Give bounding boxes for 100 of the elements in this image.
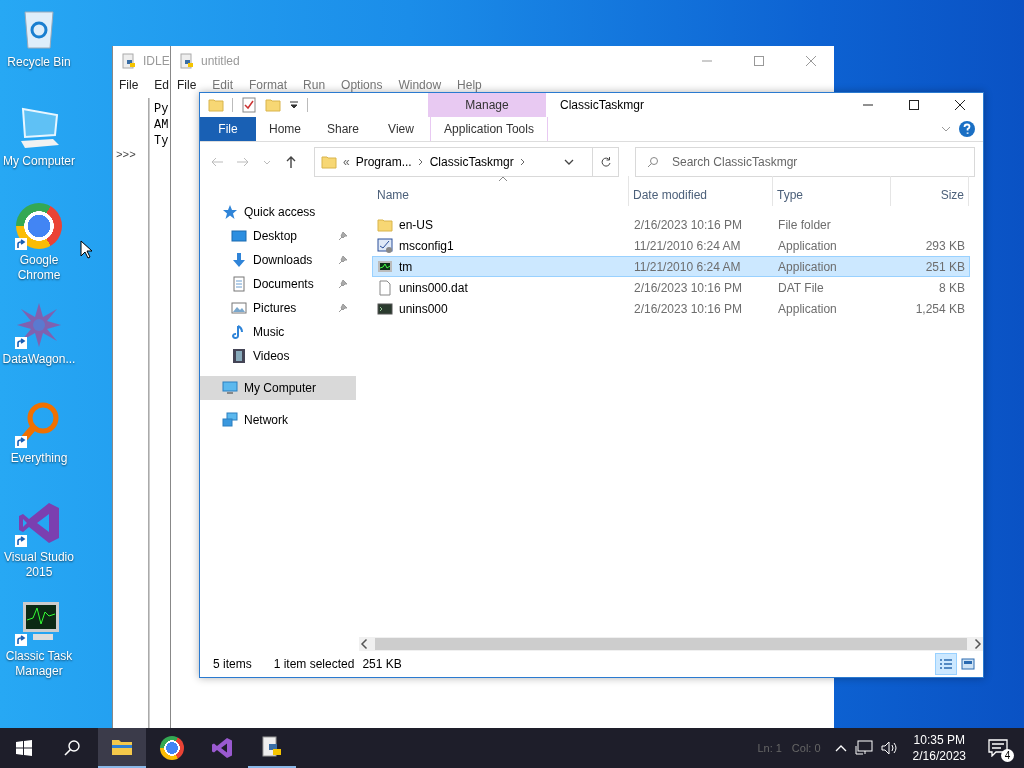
nav-item[interactable]: Pictures [200,296,356,320]
menu-item[interactable]: Window [398,78,442,92]
document-icon [231,276,247,292]
breadcrumb-segment[interactable]: ClassicTaskmgr [429,155,514,169]
horizontal-scrollbar[interactable] [359,637,983,651]
address-bar[interactable]: « Program... ClassicTaskmgr [314,147,593,177]
date-cell-text: 11/21/2010 6:24 AM [632,259,742,274]
network-icon [222,412,238,428]
search-field[interactable]: Search ClassicTaskmgr [635,147,975,177]
column-header[interactable]: Size [891,176,969,206]
chevron-up-icon[interactable] [834,744,847,752]
notification-count: 4 [1001,749,1014,762]
file-name: tm [399,259,413,274]
refresh-icon [599,156,612,168]
clock-time[interactable]: 10:35 PM [913,732,965,748]
python-file-icon [179,53,195,69]
editor-status-text: Ln: 1 [757,742,782,754]
menu-item[interactable]: Format [249,78,288,92]
refresh-button[interactable] [593,147,619,177]
file-row[interactable]: unins000 2/16/2023 10:16 PM Application 1,254 KB [372,298,970,319]
film-icon [231,348,247,364]
view-toggle-button[interactable] [935,653,957,675]
menu-item[interactable]: Ed [154,78,170,92]
file-name: en-US [399,217,433,232]
column-header[interactable]: Date modified [629,176,773,206]
type-cell-text: Application [777,301,838,316]
console-icon [377,300,393,317]
date-cell-text: 2/16/2023 10:16 PM [632,280,744,295]
menu-item[interactable]: Run [303,78,326,92]
chevron-right-icon[interactable] [519,157,526,167]
window-title: ClassicTaskmgr [560,98,644,112]
shell-output-line: Py [154,101,169,117]
expand-ribbon-icon[interactable] [941,124,951,134]
search-icon [64,740,80,756]
overflow-chevron[interactable]: « [343,155,350,169]
pin-icon[interactable] [338,303,348,313]
dropdown-icon[interactable] [564,157,574,167]
monitor-chart-icon [377,258,393,275]
desktop-icon [231,228,247,244]
nav-item[interactable]: Quick access [200,200,356,224]
column-header[interactable]: Name [373,176,629,206]
status-text: 251 KB [362,657,402,671]
shortcut-arrow-icon [15,238,27,250]
pin-icon[interactable] [338,231,348,241]
file-row[interactable]: unins000.dat 2/16/2023 10:16 PM DAT File 8 KB [372,277,970,298]
folder-icon [321,154,337,170]
file-row[interactable]: en-US 2/16/2023 10:16 PM File folder [372,214,970,235]
clock-date[interactable]: 2/16/2023 [912,748,966,764]
python-file-icon [260,735,284,759]
chrome-icon [16,203,62,249]
nav-item[interactable]: Music [200,320,356,344]
visual-studio-icon [210,736,234,760]
breadcrumb-segment[interactable]: Program... [355,155,412,169]
nav-item[interactable]: Desktop [200,224,356,248]
nav-item[interactable]: My Computer [200,376,356,400]
nav-item[interactable]: Documents [200,272,356,296]
file-name: unins000.dat [399,280,468,295]
file-row[interactable]: tm 11/21/2010 6:24 AM Application 251 KB [372,256,970,277]
shell-output-line: AM [154,117,169,133]
pin-icon[interactable] [338,279,348,289]
file-icon [377,279,393,296]
folder-icon [208,97,224,113]
cursor-icon [80,240,92,259]
ribbon-tab[interactable]: Application Tools [430,117,548,141]
taskbar-app-button[interactable] [98,728,146,768]
menu-item[interactable]: Options [341,78,383,92]
type-cell-text: Application [777,259,838,274]
help-icon[interactable] [959,121,975,137]
type-cell-text: DAT File [777,280,825,295]
down-arrow-icon [231,252,247,268]
pin-icon[interactable] [338,255,348,265]
maximize-icon [754,56,764,66]
menu-item[interactable]: Edit [212,78,234,92]
date-cell-text: 2/16/2023 10:16 PM [632,217,744,232]
status-text: 1 item selected [273,657,355,671]
file-name: msconfig1 [399,238,454,253]
shortcut-arrow-icon [15,436,27,448]
dropdown-icon[interactable] [289,100,299,110]
maximize-icon [909,100,919,110]
nav-item[interactable]: Videos [200,344,356,368]
menu-item[interactable]: Help [457,78,482,92]
menu-item[interactable]: File [119,78,139,92]
notifications-button[interactable]: 4 [976,728,1020,768]
network-icon[interactable] [854,740,873,756]
menu-item[interactable]: File [177,78,197,92]
picture-icon [231,300,247,316]
column-header[interactable]: Type [773,176,891,206]
nav-item[interactable]: Downloads [200,248,356,272]
properties-icon[interactable] [241,97,257,113]
shortcut-arrow-icon [15,337,27,349]
speaker-icon[interactable] [880,740,899,756]
file-row[interactable]: msconfig1 11/21/2010 6:24 AM Application 293 KB [372,235,970,256]
close-icon [955,100,965,110]
ribbon-tab[interactable]: File [200,117,256,141]
chevron-right-icon[interactable] [417,157,424,167]
nav-item[interactable]: Network [200,408,356,432]
editor-status-text: Col: 0 [791,742,821,754]
size-cell: 293 KB [925,238,965,253]
up-arrow-icon[interactable] [284,155,298,169]
shell-prompt: >>> [116,149,136,161]
